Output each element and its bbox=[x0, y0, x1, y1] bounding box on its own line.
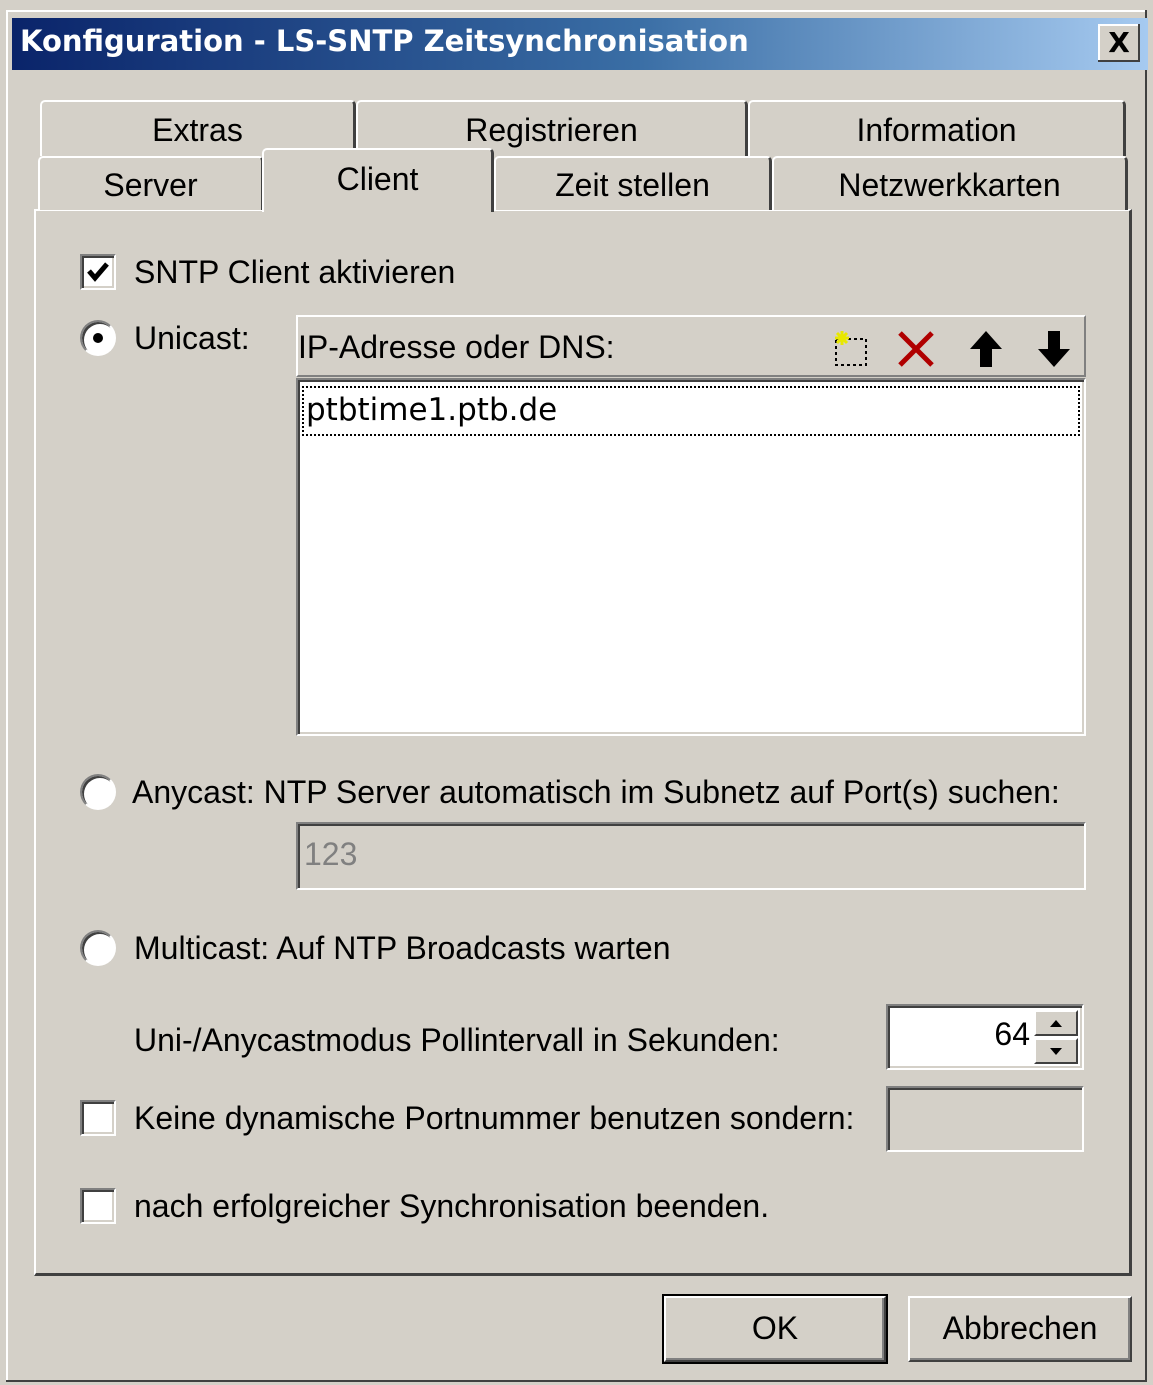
spin-down-button[interactable] bbox=[1034, 1038, 1078, 1064]
anycast-label: Anycast: NTP Server automatisch im Subne… bbox=[132, 774, 1060, 810]
poll-interval-label: Uni-/Anycastmodus Pollintervall in Sekun… bbox=[134, 1022, 780, 1058]
delete-icon[interactable] bbox=[894, 327, 938, 371]
anycast-ports-value: 123 bbox=[304, 836, 358, 872]
server-list-header: IP-Adresse oder DNS: bbox=[296, 315, 1086, 377]
server-entry-text: ptbtime1.ptb.de bbox=[306, 392, 558, 428]
close-button[interactable]: X bbox=[1098, 24, 1140, 62]
exit-after-sync-label: nach erfolgreicher Synchronisation beend… bbox=[134, 1188, 770, 1224]
list-item[interactable]: ptbtime1.ptb.de bbox=[302, 386, 1080, 436]
cancel-button[interactable]: Abbrechen bbox=[908, 1296, 1132, 1362]
anycast-ports-input[interactable]: 123 bbox=[296, 822, 1086, 890]
tab-zeit-stellen[interactable]: Zeit stellen bbox=[494, 156, 772, 210]
ok-button[interactable]: OK bbox=[662, 1294, 888, 1364]
checkmark-icon bbox=[87, 262, 109, 282]
anycast-radio[interactable] bbox=[80, 774, 116, 810]
static-port-label: Keine dynamische Portnummer benutzen son… bbox=[134, 1100, 855, 1136]
tab-label: Server bbox=[103, 167, 198, 203]
spin-down-arrow-icon bbox=[1050, 1048, 1062, 1055]
multicast-radio[interactable] bbox=[80, 930, 116, 966]
tab-label: Information bbox=[856, 112, 1017, 148]
tab-label: Netzwerkkarten bbox=[838, 167, 1061, 203]
unicast-radio[interactable] bbox=[80, 320, 116, 356]
spin-up-arrow-icon bbox=[1050, 1020, 1062, 1027]
tab-label: Client bbox=[336, 161, 419, 197]
poll-interval-value: 64 bbox=[994, 1016, 1030, 1052]
tab-client[interactable]: Client bbox=[262, 148, 494, 212]
move-down-icon[interactable] bbox=[1032, 327, 1076, 371]
poll-interval-spinbox[interactable]: 64 bbox=[886, 1004, 1084, 1070]
move-up-icon[interactable] bbox=[964, 327, 1008, 371]
server-listbox[interactable]: ptbtime1.ptb.de bbox=[296, 378, 1086, 736]
server-list-header-label: IP-Adresse oder DNS: bbox=[298, 329, 615, 365]
static-port-checkbox[interactable] bbox=[80, 1100, 116, 1136]
radio-selected-dot bbox=[93, 333, 103, 343]
new-entry-icon[interactable] bbox=[830, 327, 874, 371]
tab-label: Zeit stellen bbox=[555, 167, 710, 203]
tab-label: Registrieren bbox=[465, 112, 638, 148]
spin-up-button[interactable] bbox=[1034, 1010, 1078, 1036]
tab-netzwerkkarten[interactable]: Netzwerkkarten bbox=[772, 156, 1128, 210]
sntp-client-enable-checkbox[interactable] bbox=[80, 254, 116, 290]
title-bar[interactable]: Konfiguration - LS-SNTP Zeitsynchronisat… bbox=[12, 18, 1148, 70]
sntp-client-enable-label: SNTP Client aktivieren bbox=[134, 254, 456, 290]
unicast-label: Unicast: bbox=[134, 320, 250, 356]
window-title: Konfiguration - LS-SNTP Zeitsynchronisat… bbox=[20, 24, 749, 58]
tab-information[interactable]: Information bbox=[748, 100, 1126, 156]
tab-server[interactable]: Server bbox=[38, 156, 264, 210]
exit-after-sync-checkbox[interactable] bbox=[80, 1188, 116, 1224]
tab-label: Extras bbox=[152, 112, 243, 148]
multicast-label: Multicast: Auf NTP Broadcasts warten bbox=[134, 930, 671, 966]
static-port-input[interactable] bbox=[886, 1086, 1084, 1152]
